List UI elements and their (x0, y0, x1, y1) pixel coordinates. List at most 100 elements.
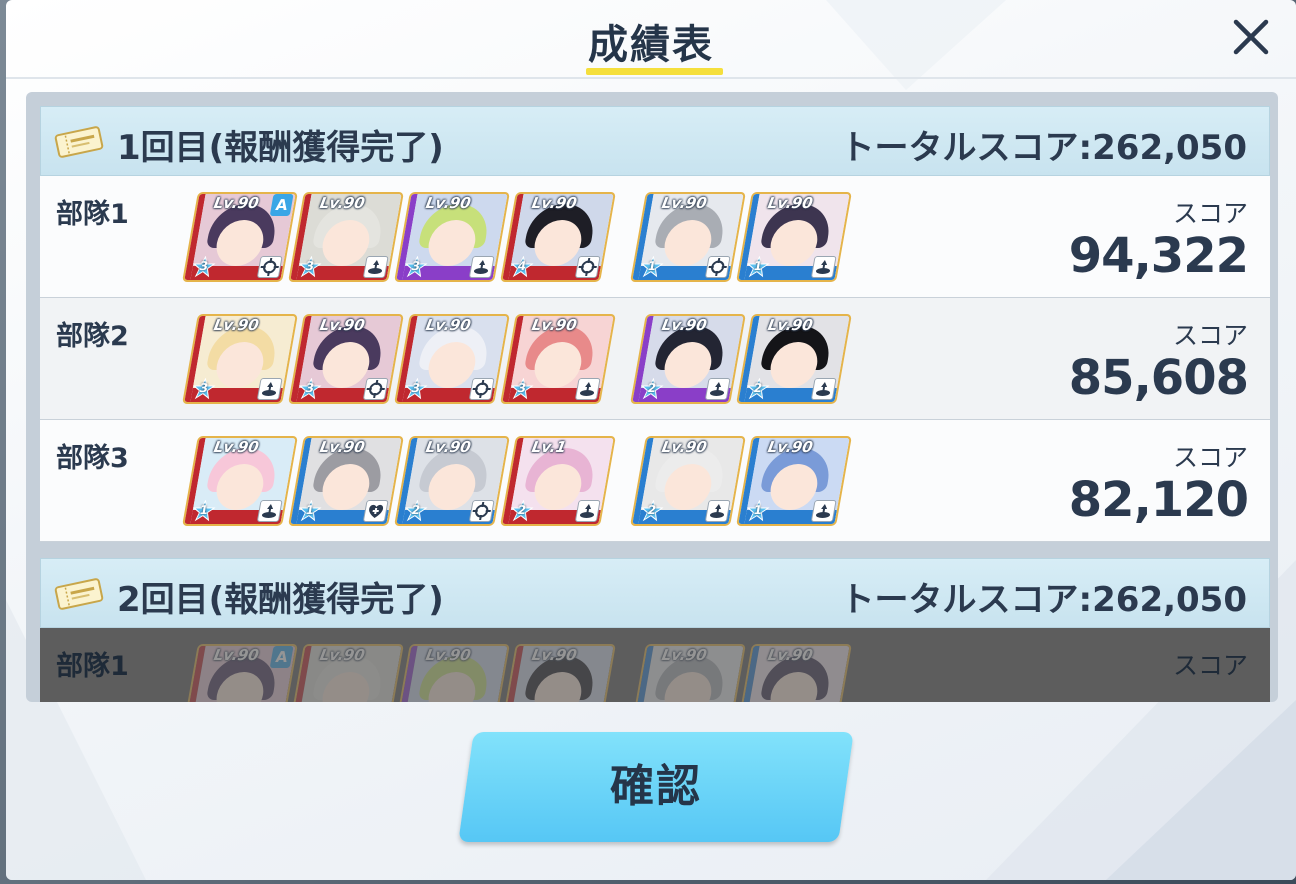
team-score: 85,608 (1068, 350, 1249, 406)
star-count: 3 (304, 381, 316, 395)
confirm-button[interactable]: 確認 (458, 732, 854, 842)
dialog-title: 成績表 (588, 22, 714, 68)
assist-badge: A (269, 194, 294, 216)
star-count: 3 (198, 259, 210, 273)
level-label: Lv.90 (530, 646, 579, 664)
star-count: 1 (752, 259, 764, 273)
character-card[interactable]: Lv.1 2 (500, 436, 616, 526)
round-header: 1回目(報酬獲得完了) トータルスコア:262,050 (40, 106, 1270, 176)
star-count: 2 (752, 381, 764, 395)
character-card[interactable]: Lv.90 2 (736, 314, 852, 404)
team-name: 部隊2 (56, 321, 129, 352)
star-count: 3 (410, 259, 422, 273)
level-label: Lv.90 (530, 316, 579, 334)
team-name: 部隊1 (56, 651, 129, 682)
level-label: Lv.90 (212, 438, 261, 456)
support-icon (362, 256, 389, 278)
level-label: Lv.90 (660, 194, 709, 212)
character-card[interactable]: Lv.90 1 (736, 436, 852, 526)
character-card[interactable]: Lv.90 1 (630, 192, 746, 282)
support-icon (810, 256, 837, 278)
level-label: Lv.90 (318, 194, 367, 212)
score-label: スコア (1172, 651, 1248, 680)
star-icon: 1 (745, 499, 771, 522)
target-icon (468, 500, 495, 522)
support-icon (256, 500, 283, 522)
round-title: 1回目(報酬獲得完了) (117, 128, 444, 168)
level-label: Lv.90 (766, 438, 815, 456)
star-icon: 3 (297, 255, 323, 278)
team-score: 82,120 (1068, 472, 1249, 528)
support-icon (468, 256, 495, 278)
star-count: 1 (646, 259, 658, 273)
star-count: 1 (752, 503, 764, 517)
team-name: 部隊1 (56, 199, 129, 230)
star-icon: 3 (403, 377, 429, 400)
star-icon: 4 (509, 255, 535, 278)
team-row: 部隊2 Lv.90 3 Lv.90 3 Lv.90 3 Lv.90 3 Lv.90 2 Lv.90 2… (40, 298, 1270, 420)
character-card[interactable]: Lv.903 (500, 314, 616, 404)
title-underline (586, 68, 723, 75)
star-count: 3 (304, 259, 316, 273)
character-card[interactable]: Lv.904 (500, 192, 616, 282)
star-icon: 3 (297, 377, 323, 400)
round-header: 2回目(報酬獲得完了) トータルスコア:262,050 (40, 558, 1270, 628)
star-count: 2 (646, 381, 658, 395)
level-label: Lv.90 (660, 438, 709, 456)
level-label: Lv.90 (212, 194, 261, 212)
character-card[interactable]: Lv.903A (182, 644, 298, 702)
character-card[interactable]: Lv.90 2 (630, 314, 746, 404)
dialog-header: 成績表 (6, 0, 1296, 79)
star-icon: 2 (745, 377, 771, 400)
target-icon (704, 256, 731, 278)
round-total-score: トータルスコア:262,050 (840, 580, 1247, 620)
target-icon (256, 256, 283, 278)
support-icon (574, 378, 601, 400)
level-label: Lv.90 (318, 316, 367, 334)
assist-badge: A (269, 646, 294, 668)
ticket-icon (54, 126, 104, 158)
team-row: 部隊1 Lv.903ALv.903Lv.903Lv.904Lv.901Lv.90… (40, 628, 1270, 702)
character-card[interactable]: Lv.901 (736, 192, 852, 282)
character-card[interactable]: Lv.90 1 (288, 436, 404, 526)
confirm-button-label: 確認 (610, 761, 702, 812)
character-card[interactable]: Lv.901 (630, 644, 746, 702)
team-row: 部隊1 Lv.903ALv.903Lv.903Lv.904Lv.901Lv.90… (40, 176, 1270, 298)
star-icon: 2 (639, 499, 665, 522)
support-icon (256, 378, 283, 400)
character-card[interactable]: Lv.90 2 (394, 436, 510, 526)
star-count: 2 (410, 503, 422, 517)
star-icon: 2 (403, 499, 429, 522)
character-card[interactable]: Lv.90 3 (394, 192, 510, 282)
target-icon (574, 256, 601, 278)
target-icon (362, 378, 389, 400)
character-card[interactable]: Lv.90 3 A (182, 192, 298, 282)
character-card[interactable]: Lv.90 3 (288, 192, 404, 282)
character-card[interactable]: Lv.903 (394, 314, 510, 404)
character-card[interactable]: Lv.903 (288, 644, 404, 702)
round-total-score: トータルスコア:262,050 (840, 128, 1247, 168)
character-card[interactable]: Lv.904 (500, 644, 616, 702)
level-label: Lv.90 (660, 316, 709, 334)
character-card[interactable]: Lv.90 3 (288, 314, 404, 404)
results-scroll-panel[interactable]: 1回目(報酬獲得完了) トータルスコア:262,050 部隊1 Lv.90 3 A L… (26, 92, 1278, 702)
support-icon (810, 378, 837, 400)
level-label: Lv.90 (212, 646, 261, 664)
star-count: 1 (304, 503, 316, 517)
character-card[interactable]: Lv.901 (736, 644, 852, 702)
score-label: スコア (1172, 199, 1248, 228)
team-name: 部隊3 (56, 443, 129, 474)
level-label: Lv.90 (424, 194, 473, 212)
character-card[interactable]: Lv.901 (182, 436, 298, 526)
character-card[interactable]: Lv.90 2 (630, 436, 746, 526)
close-button[interactable] (1226, 12, 1276, 62)
level-label: Lv.90 (318, 438, 367, 456)
header-divider (6, 77, 1296, 79)
star-count: 3 (410, 381, 422, 395)
round-section: 2回目(報酬獲得完了) トータルスコア:262,050 部隊1 Lv.903AL… (40, 558, 1270, 702)
level-label: Lv.90 (766, 646, 815, 664)
round-title: 2回目(報酬獲得完了) (117, 580, 444, 620)
support-icon (810, 500, 837, 522)
character-card[interactable]: Lv.903 (394, 644, 510, 702)
character-card[interactable]: Lv.903 (182, 314, 298, 404)
